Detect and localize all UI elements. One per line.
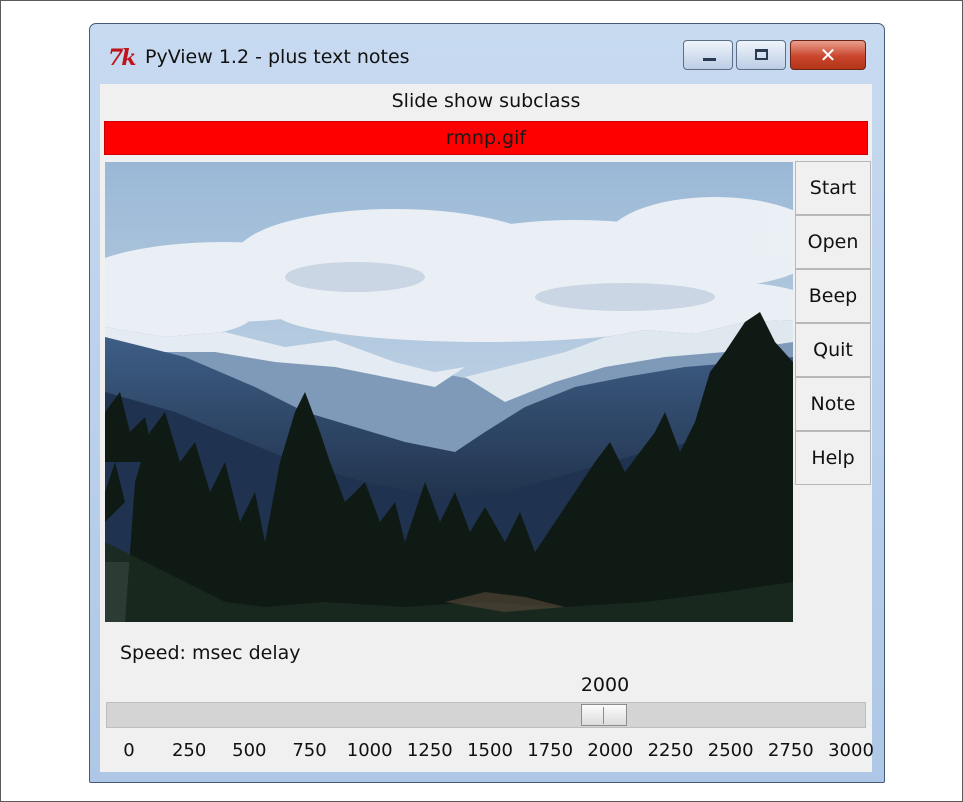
tick-label: 500: [232, 740, 267, 761]
beep-button[interactable]: Beep: [795, 269, 871, 323]
window-title: PyView 1.2 - plus text notes: [145, 46, 410, 68]
maximize-button[interactable]: [736, 40, 786, 70]
subclass-label: Slide show subclass: [391, 90, 581, 112]
pyview-window: 7k PyView 1.2 - plus text notes ✕ Slide …: [89, 23, 885, 783]
tick-label: 0: [123, 740, 135, 761]
speed-scale-ticks: 0 250 500 750 1000 1250 1500 1750 2000 2…: [100, 740, 874, 764]
help-button[interactable]: Help: [795, 431, 871, 485]
tick-label: 2750: [767, 740, 814, 761]
tick-label: 2000: [587, 740, 634, 761]
tick-label: 1500: [467, 740, 513, 761]
start-button[interactable]: Start: [795, 161, 871, 215]
slide-image: [105, 162, 793, 622]
maximize-icon: [755, 49, 768, 60]
speed-scale-value: 2000: [580, 674, 630, 696]
client-area: Slide show subclass rmnp.gif Start Open …: [100, 84, 874, 772]
minimize-icon: [703, 58, 716, 61]
quit-button[interactable]: Quit: [795, 323, 871, 377]
tick-label: 1000: [346, 740, 393, 761]
open-button[interactable]: Open: [795, 215, 871, 269]
speed-scale-slider-handle[interactable]: [580, 704, 627, 726]
speed-label: Speed: msec delay: [120, 642, 301, 664]
tick-label: 3000: [828, 740, 874, 761]
tick-label: 750: [292, 740, 327, 761]
tick-label: 1750: [527, 740, 574, 761]
note-button[interactable]: Note: [795, 377, 871, 431]
tick-label: 2500: [707, 740, 754, 761]
speed-scale-trough[interactable]: [106, 702, 866, 728]
mountain-photo: [105, 162, 793, 622]
tick-label: 1250: [406, 740, 453, 761]
close-icon: ✕: [819, 43, 837, 67]
tk-logo-icon: 7k: [108, 45, 137, 71]
title-bar[interactable]: 7k PyView 1.2 - plus text notes ✕: [90, 24, 884, 88]
minimize-button[interactable]: [683, 40, 733, 70]
slider-grip: [602, 707, 604, 724]
close-button[interactable]: ✕: [790, 40, 866, 70]
tick-label: 2250: [647, 740, 694, 761]
tick-label: 250: [171, 740, 207, 761]
image-name-bar: rmnp.gif: [104, 121, 868, 155]
button-column: Start Open Beep Quit Note Help: [795, 161, 871, 485]
